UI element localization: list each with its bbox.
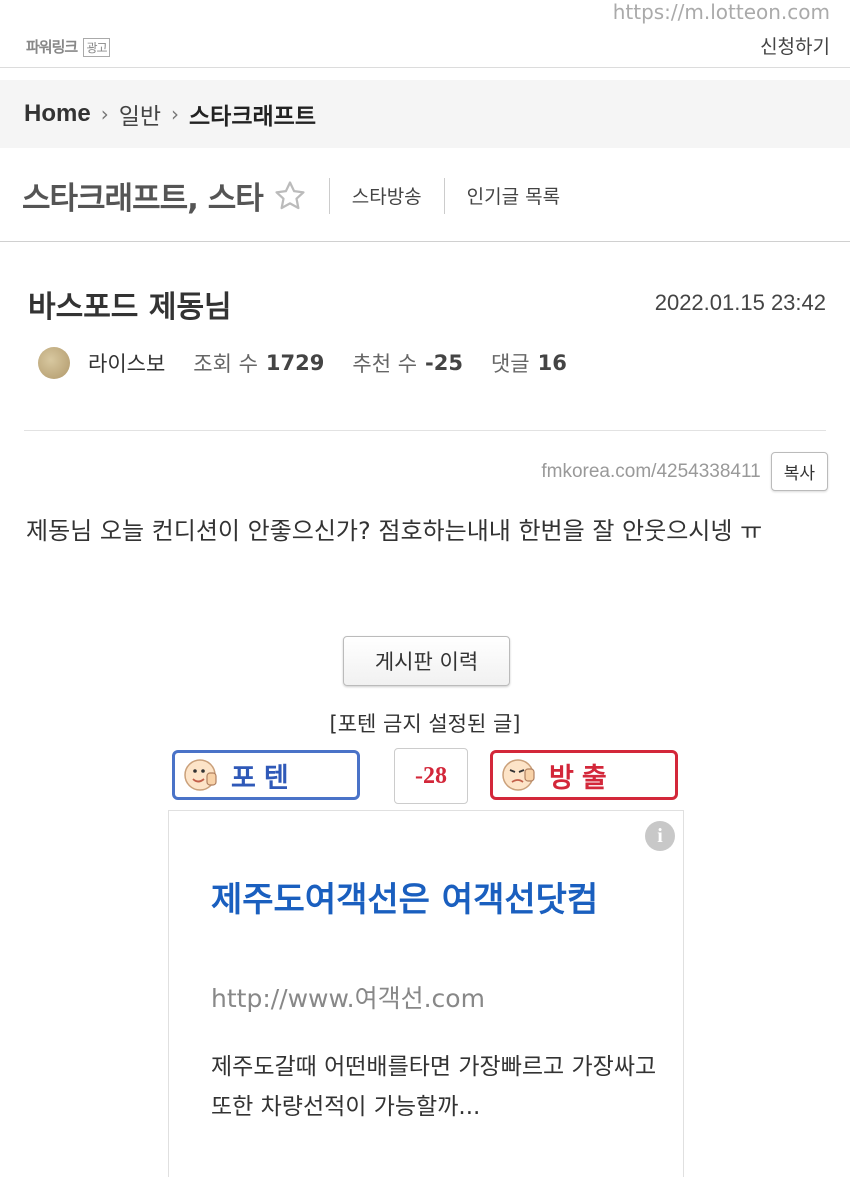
- recommend-label: 추천 수: [352, 352, 418, 376]
- divider: [443, 177, 445, 214]
- copy-url-button[interactable]: 복사: [770, 452, 828, 491]
- author-name[interactable]: 라이스보: [88, 348, 165, 378]
- breadcrumb-home[interactable]: Home: [24, 100, 91, 128]
- breadcrumb-starcraft[interactable]: 스타크래프트: [189, 97, 316, 131]
- comments-label: 댓글: [490, 352, 530, 376]
- divider: [328, 177, 330, 214]
- vote-row: 포텐 -28 방출: [0, 748, 850, 804]
- downvote-button[interactable]: 방출: [490, 750, 678, 800]
- vote-count: -28: [394, 748, 468, 804]
- ad-url[interactable]: https://m.lotteon.com: [613, 0, 830, 24]
- source-url[interactable]: fmkorea.com/4254338411: [541, 461, 760, 483]
- star-broadcast-link[interactable]: 스타방송: [352, 182, 422, 209]
- thumbs-down-face-icon: [502, 759, 535, 791]
- upvote-label: 포텐: [231, 762, 297, 794]
- post-date: 2022.01.15 23:42: [654, 290, 826, 315]
- thumbs-up-face-icon: [184, 759, 217, 791]
- downvote-label: 방출: [549, 762, 615, 794]
- chevron-right-icon: ›: [171, 102, 180, 126]
- views-label: 조회 수: [193, 352, 258, 376]
- divider: [24, 430, 826, 431]
- comments-count[interactable]: 16: [538, 351, 567, 375]
- popular-list-link[interactable]: 인기글 목록: [467, 182, 560, 209]
- star-icon[interactable]: [273, 179, 307, 213]
- views-count: 1729: [265, 351, 325, 375]
- top-ad-strip: 파워링크 광고 https://m.lotteon.com 신청하기: [0, 0, 850, 68]
- ad-description: 제주도갈때 어떤배를타면 가장빠르고 가장싸고 또한 차량선적이 가능할까...: [211, 1054, 657, 1120]
- breadcrumb: Home › 일반 › 스타크래프트: [0, 80, 850, 148]
- post-title: 바스포드 제동님: [28, 290, 232, 325]
- ad-link[interactable]: http://www.여객선.com: [211, 979, 485, 1015]
- breadcrumb-general[interactable]: 일반: [119, 97, 161, 131]
- board-history-button[interactable]: 게시판 이력: [343, 636, 510, 686]
- ad-title[interactable]: 제주도여객선은 여객선닷컴: [211, 875, 651, 925]
- recommend-count: -25: [425, 351, 463, 375]
- chevron-right-icon: ›: [100, 102, 109, 126]
- info-icon[interactable]: i: [645, 821, 675, 851]
- board-title[interactable]: 스타크래프트, 스타: [22, 173, 264, 218]
- board-header: 스타크래프트, 스타 스타방송 인기글 목록: [0, 150, 850, 242]
- upvote-button[interactable]: 포텐: [172, 750, 360, 800]
- poten-ban-notice: [포텐 금지 설정된 글]: [329, 712, 521, 736]
- avatar[interactable]: [38, 347, 70, 379]
- ad-apply-link[interactable]: 신청하기: [760, 32, 830, 59]
- ad-tag: 광고: [83, 38, 110, 57]
- post-content: 제동님 오늘 컨디션이 안좋으신가? 점호하는내내 한번을 잘 안웃으시넹 ㅠ: [26, 517, 763, 545]
- ad-card[interactable]: i 제주도여객선은 여객선닷컴 http://www.여객선.com 제주도갈때…: [168, 810, 684, 1177]
- powerlink-label: 파워링크 광고: [26, 36, 110, 57]
- powerlink-text: 파워링크: [26, 38, 78, 56]
- source-row: fmkorea.com/4254338411 복사: [541, 452, 828, 491]
- post-meta: 라이스보 조회 수 1729 추천 수 -25 댓글 16: [38, 347, 595, 379]
